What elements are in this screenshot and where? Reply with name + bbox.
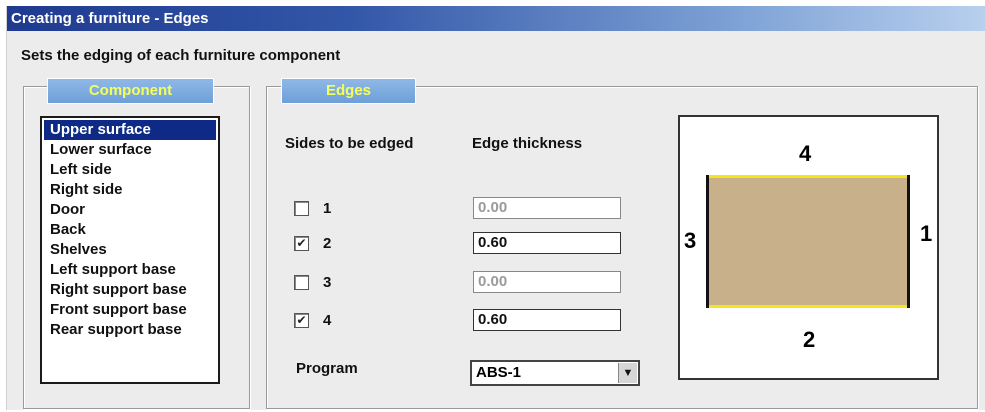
sides-header: Sides to be edged (285, 135, 414, 152)
program-select[interactable]: ABS-1 ▼ (470, 360, 640, 386)
edges-group-title: Edges (281, 78, 416, 104)
component-list-item[interactable]: Right side (44, 180, 216, 200)
side-2-checkbox[interactable]: ✔ (294, 235, 309, 251)
component-list-item[interactable]: Left side (44, 160, 216, 180)
component-list-item[interactable]: Lower surface (44, 140, 216, 160)
program-label: Program (296, 360, 358, 377)
component-list: Upper surface Lower surface Left side Right… (44, 120, 216, 340)
preview-right-label: 1 (920, 221, 933, 246)
side-4-checkbox[interactable]: ✔ (294, 312, 309, 328)
component-group-title: Component (47, 78, 214, 104)
dialog-window: Creating a furniture - Edges Sets the ed… (6, 6, 985, 410)
side-1-thickness-field[interactable]: 0.00 (473, 197, 621, 219)
side-2-thickness-field[interactable]: 0.60 (473, 232, 621, 254)
preview-bottom-label: 2 (803, 327, 816, 352)
side-3-row: 3 (294, 272, 331, 292)
thickness-header: Edge thickness (472, 135, 583, 152)
component-list-item[interactable]: Front support base (44, 300, 216, 320)
side-1-row: 1 (294, 198, 331, 218)
component-list-item[interactable]: Right support base (44, 280, 216, 300)
component-list-item[interactable]: Back (44, 220, 216, 240)
component-list-item[interactable]: Upper surface (44, 120, 216, 140)
side-2-label: 2 (323, 234, 332, 252)
component-list-item[interactable]: Shelves (44, 240, 216, 260)
preview-left-label: 3 (684, 228, 697, 253)
program-select-value: ABS-1 (476, 364, 522, 381)
side-3-label: 3 (323, 273, 332, 291)
side-4-row: ✔ 4 (294, 310, 331, 330)
preview-top-label: 4 (799, 141, 812, 166)
edge-1-line (907, 175, 910, 308)
component-list-item[interactable]: Left support base (44, 260, 216, 280)
side-1-label: 1 (323, 199, 332, 217)
edge-3-line (706, 175, 709, 308)
side-2-row: ✔ 2 (294, 233, 331, 253)
side-3-thickness-field[interactable]: 0.00 (473, 271, 621, 293)
edge-preview-panel: 4 3 1 2 (678, 115, 939, 380)
board-rectangle (707, 176, 909, 307)
component-list-item[interactable]: Door (44, 200, 216, 220)
edge-4-line (707, 175, 909, 178)
chevron-down-icon[interactable]: ▼ (618, 363, 637, 383)
edge-2-line (707, 305, 909, 308)
side-4-thickness-field[interactable]: 0.60 (473, 309, 621, 331)
component-listbox[interactable]: Upper surface Lower surface Left side Right… (40, 116, 220, 384)
side-3-checkbox[interactable] (294, 274, 309, 290)
dialog-description: Sets the edging of each furniture compon… (21, 47, 341, 64)
title-bar: Creating a furniture - Edges (7, 6, 985, 31)
component-list-item[interactable]: Rear support base (44, 320, 216, 340)
side-4-label: 4 (323, 311, 332, 329)
side-1-checkbox[interactable] (294, 200, 309, 216)
